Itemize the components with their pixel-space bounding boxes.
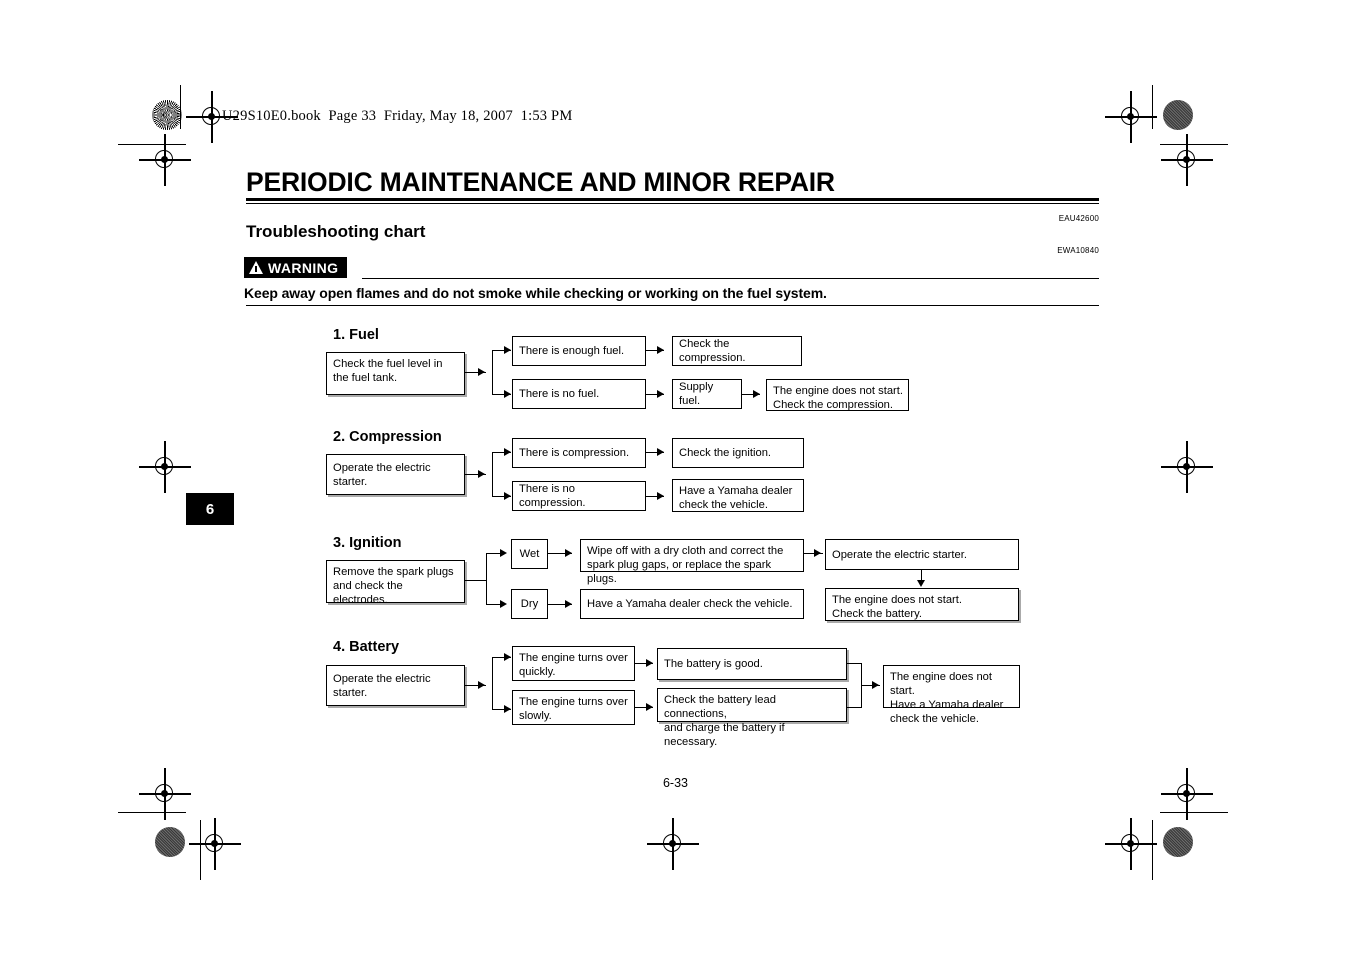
compression-branch1-to-step1-arrow: [657, 448, 664, 456]
battery-branch2-condition-box: The engine turns over slowly.: [512, 690, 635, 725]
fuel-branch2-to-step2-arrow: [753, 390, 760, 398]
warning-body-text: Keep away open flames and do not smoke w…: [244, 285, 827, 301]
ignition-branch1-arrow: [500, 549, 507, 557]
trim-line-upper-right-horizontal: [1160, 144, 1228, 146]
warning-banner-rule: [362, 278, 1099, 280]
trim-line-bottom-left-vertical: [200, 820, 202, 880]
flow-heading-compression: 2. Compression: [333, 429, 442, 445]
compression-branch2-condition-box: There is no compression.: [512, 481, 646, 511]
battery-branch2-step1-box: Check the battery lead connections, and …: [657, 688, 847, 748]
registration-crosshair-middle-left: [139, 441, 191, 493]
fuel-branch1-condition-box: There is enough fuel.: [512, 336, 646, 366]
fuel-branch2-condition-box: There is no fuel.: [512, 379, 646, 409]
warning-triangle-icon: [249, 261, 263, 274]
battery-branch1-arrow: [504, 653, 511, 661]
ignition-branch1-to-step2-arrow: [814, 549, 821, 557]
fuel-branch2-arrow: [504, 390, 511, 398]
fuel-start-box: Check the fuel level in the fuel tank.: [326, 352, 465, 395]
fuel-fork-spine: [492, 350, 494, 395]
ignition-branch1-step3-box: The engine does not start. Check the bat…: [825, 588, 1019, 621]
battery-start-box: Operate the electric starter.: [326, 665, 465, 706]
trim-line-lower-left-horizontal: [118, 812, 186, 814]
registration-crosshair-top-right: [1105, 91, 1157, 143]
ignition-branch1-step1-box: Wipe off with a dry cloth and correct th…: [580, 539, 804, 585]
trim-line-bottom-right-vertical: [1152, 820, 1154, 880]
reference-code-warning: EWA10840: [1057, 246, 1099, 255]
compression-branch1-arrow: [504, 448, 511, 456]
registration-rosette-top-left: [152, 100, 182, 130]
chapter-title-rule-thick: [246, 198, 1099, 201]
trim-line-top-right-vertical: [1152, 85, 1154, 129]
trim-line-top-left-vertical: [180, 85, 182, 129]
fuel-branch1-step1-box: Check the compression.: [672, 336, 802, 366]
ignition-branch2-to-step1-arrow: [565, 600, 572, 608]
print-slugline: U29S10E0.book Page 33 Friday, May 18, 20…: [222, 108, 573, 124]
battery-fork-stem-arrow: [478, 681, 485, 689]
registration-crosshair-bottom-center: [647, 818, 699, 870]
ignition-branch2-step1-box: Have a Yamaha dealer check the vehicle.: [580, 589, 804, 619]
registration-rosette-bottom-right: [1163, 827, 1193, 857]
trim-line-upper-left-horizontal: [118, 144, 186, 146]
battery-merge-bottom-line: [847, 707, 862, 709]
page-folio: 6-33: [662, 776, 689, 790]
ignition-branch1-condition-box: Wet: [511, 539, 548, 569]
battery-branch1-step1-box: The battery is good.: [657, 648, 847, 680]
warning-label: WARNING: [268, 259, 339, 276]
registration-crosshair-upper-left: [139, 134, 191, 186]
compression-branch2-to-step1-arrow: [657, 492, 664, 500]
compression-branch2-arrow: [504, 492, 511, 500]
ignition-fork-stem: [465, 580, 486, 582]
trim-line-lower-right-horizontal: [1160, 812, 1228, 814]
battery-merge-out-arrow: [872, 681, 879, 689]
ignition-start-box: Remove the spark plugs and check the ele…: [326, 560, 465, 606]
flow-heading-battery: 4. Battery: [333, 639, 400, 655]
fuel-branch2-step2-box: The engine does not start. Check the com…: [766, 379, 909, 411]
battery-branch1-to-step1-arrow: [646, 659, 653, 667]
battery-branch2-arrow: [504, 705, 511, 713]
chapter-title-rule-thin: [246, 203, 1099, 205]
compression-fork-stem-arrow: [478, 470, 485, 478]
reference-code-section: EAU42600: [1058, 214, 1099, 223]
chapter-tab-marker: 6: [186, 493, 234, 525]
registration-rosette-top-right: [1163, 100, 1193, 130]
ignition-step2-to-step3-arrow: [917, 580, 925, 587]
flow-heading-ignition: 3. Ignition: [333, 535, 402, 551]
battery-merge-top-line: [847, 663, 862, 665]
ignition-branch1-to-step1-arrow: [565, 549, 572, 557]
registration-crosshair-bottom-right: [1105, 818, 1157, 870]
battery-branch2-to-step1-arrow: [646, 703, 653, 711]
battery-branch1-condition-box: The engine turns over quickly.: [512, 646, 635, 681]
compression-fork-spine: [492, 452, 494, 497]
compression-branch2-step1-box: Have a Yamaha dealer check the vehicle.: [672, 479, 804, 512]
fuel-branch2-step1-box: Supply fuel.: [672, 379, 742, 409]
registration-rosette-bottom-left: [155, 827, 185, 857]
warning-banner: WARNING: [244, 257, 348, 278]
section-title: Troubleshooting chart: [246, 222, 426, 241]
fuel-fork-stem-arrow: [478, 368, 485, 376]
ignition-branch1-step2-box: Operate the electric starter.: [825, 539, 1019, 570]
flow-heading-fuel: 1. Fuel: [333, 327, 379, 343]
registration-crosshair-upper-right: [1161, 134, 1213, 186]
battery-merge-box: The engine does not start. Have a Yamaha…: [883, 665, 1020, 725]
compression-start-box: Operate the electric starter.: [326, 454, 465, 495]
fuel-branch1-to-step1-arrow: [657, 346, 664, 354]
compression-branch1-step1-box: Check the ignition.: [672, 438, 804, 468]
compression-branch1-condition-box: There is compression.: [512, 438, 646, 468]
fuel-branch1-arrow: [504, 346, 511, 354]
fuel-branch2-to-step1-arrow: [657, 390, 664, 398]
battery-fork-spine: [492, 657, 494, 710]
chapter-title: PERIODIC MAINTENANCE AND MINOR REPAIR: [246, 167, 835, 197]
ignition-branch2-condition-box: Dry: [511, 589, 548, 619]
warning-body-rule: [246, 305, 1099, 307]
registration-crosshair-bottom-left: [189, 818, 241, 870]
registration-crosshair-middle-right: [1161, 441, 1213, 493]
ignition-fork-spine: [486, 553, 488, 605]
ignition-branch2-arrow: [500, 600, 507, 608]
